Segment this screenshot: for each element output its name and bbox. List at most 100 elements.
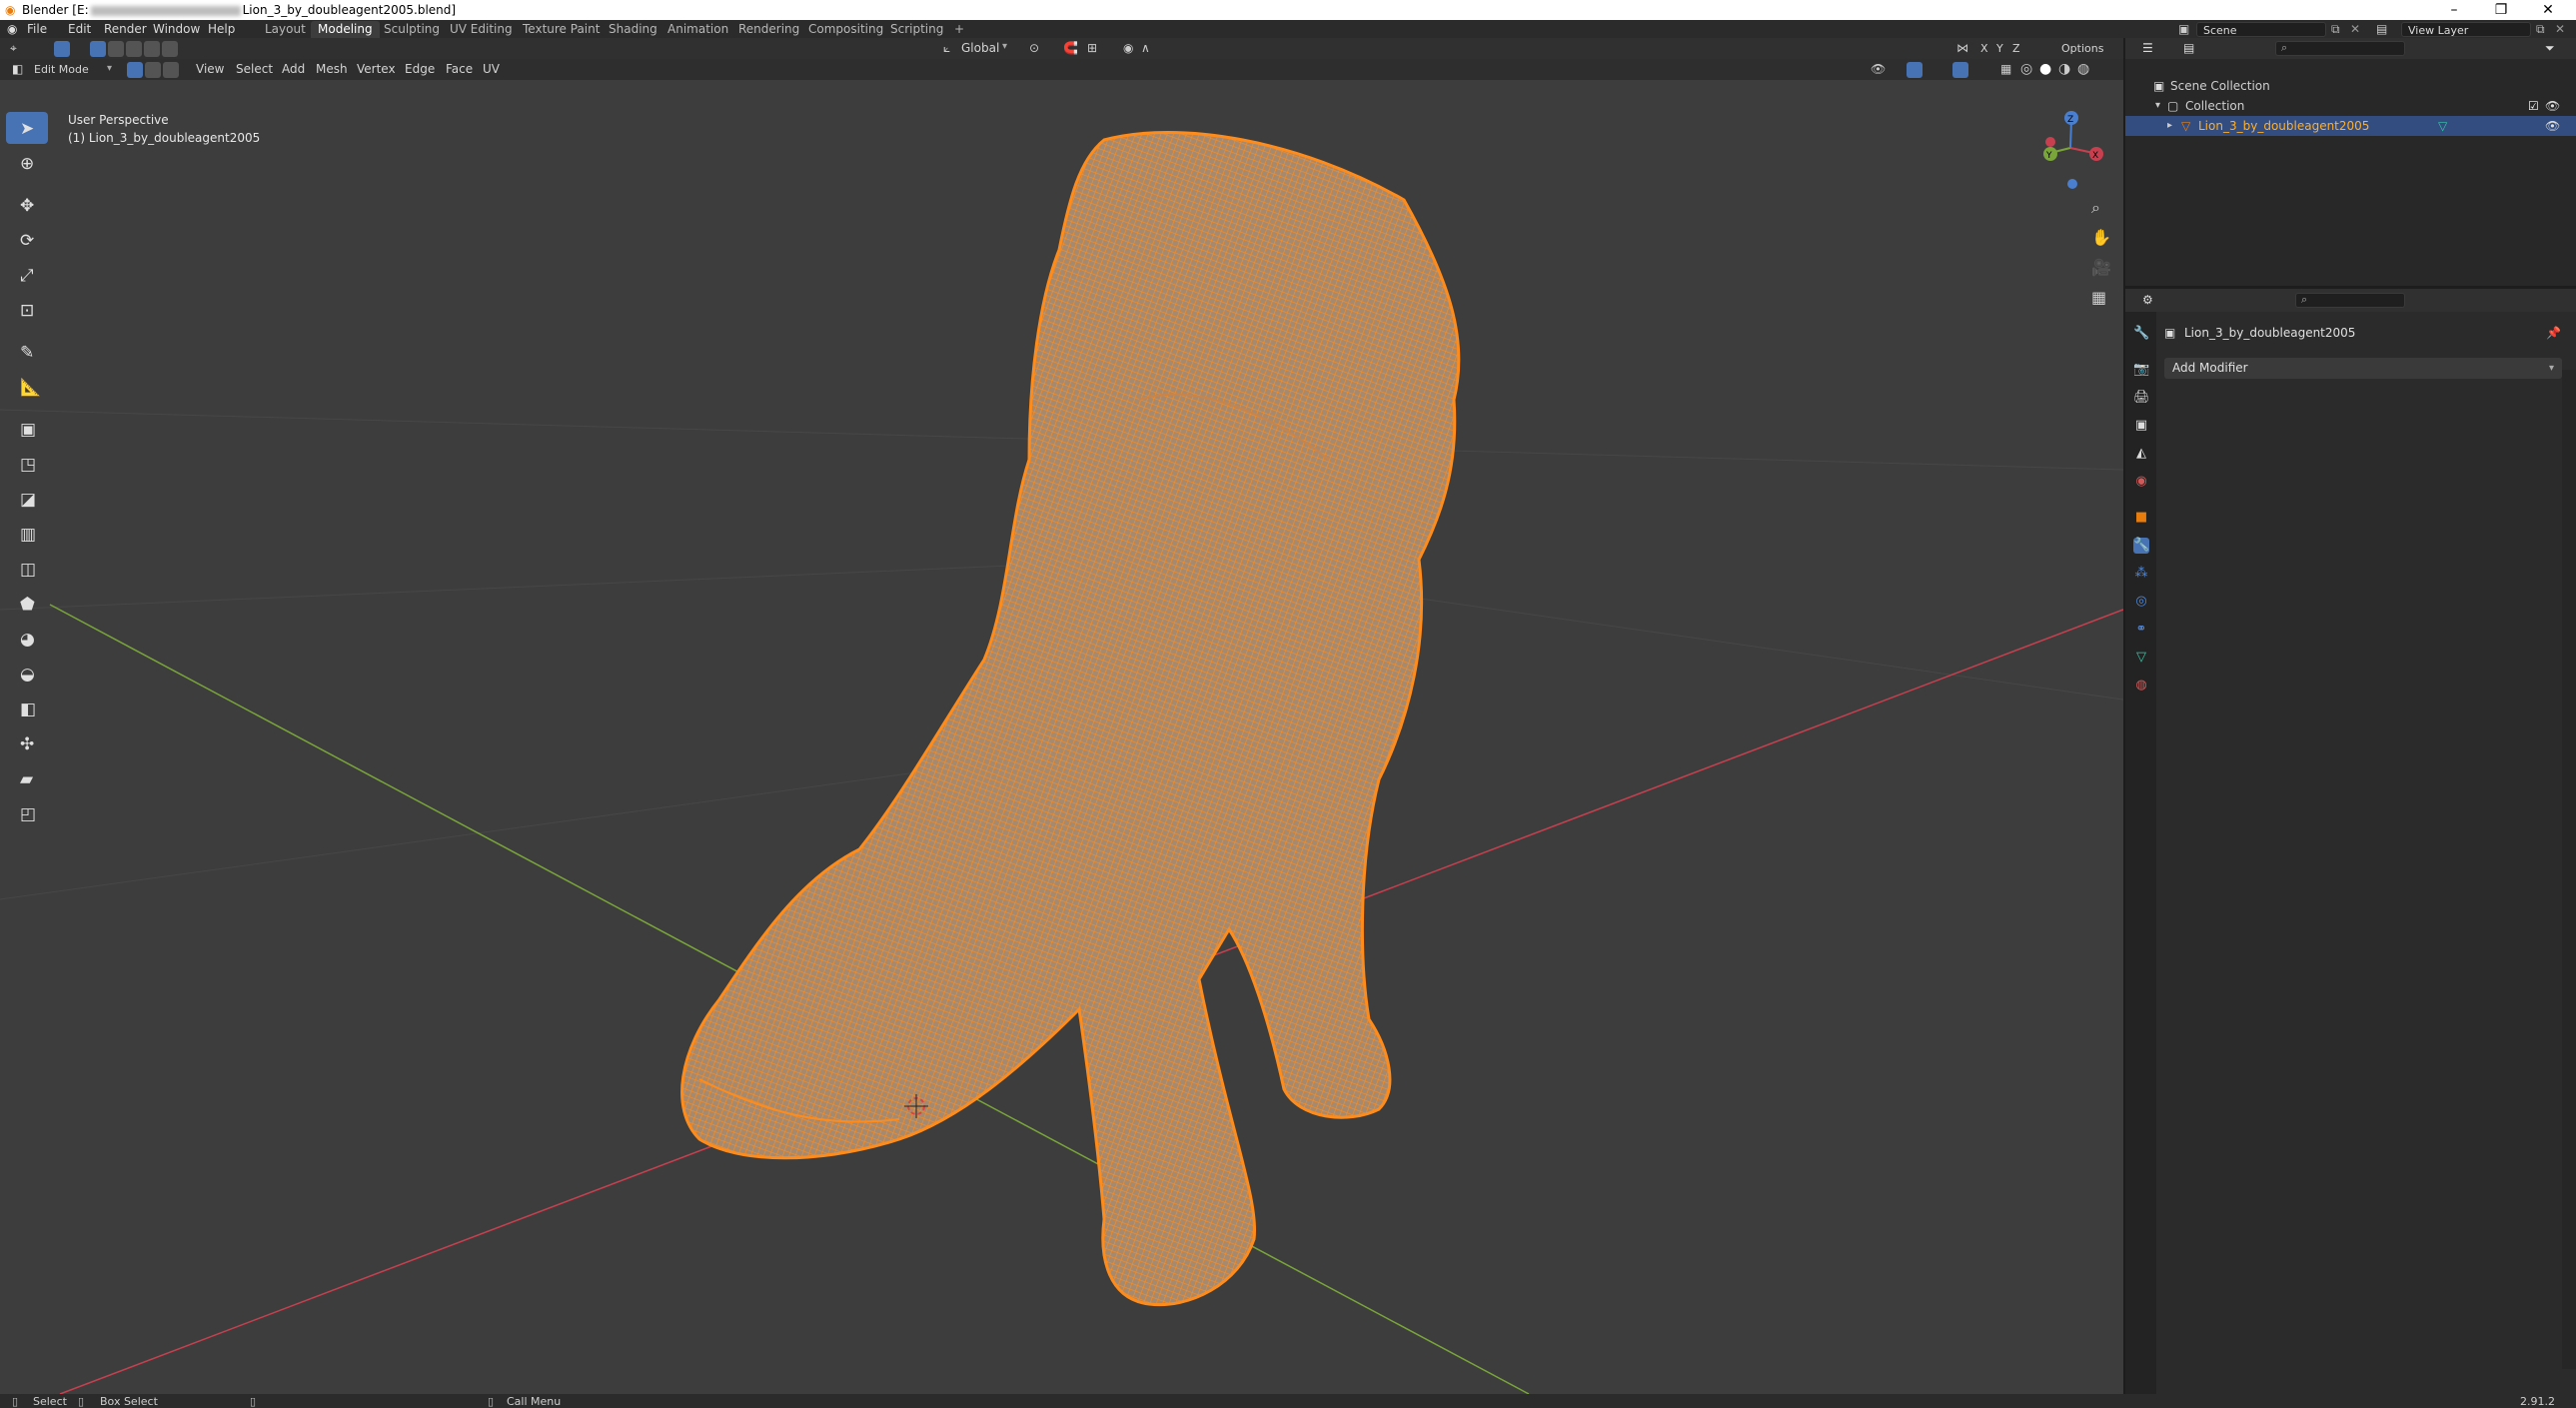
properties-scrollbar[interactable] — [2562, 370, 2576, 1369]
editor-type-icon[interactable]: ⌖ — [10, 41, 17, 56]
render-tab-icon[interactable]: 📷 — [2133, 362, 2149, 378]
transform-tool[interactable]: ⊡ — [6, 294, 48, 326]
particles-tab-icon[interactable]: ⁂ — [2133, 566, 2149, 582]
scene-tab-icon[interactable]: ◭ — [2133, 446, 2149, 462]
outliner-search-input[interactable] — [2275, 41, 2405, 56]
pin-icon[interactable]: 📌 — [2546, 326, 2561, 340]
blender-menu-icon[interactable]: ◉ — [7, 22, 17, 36]
tab-sculpting[interactable]: Sculpting — [377, 21, 447, 38]
measure-tool[interactable]: 📐 — [6, 371, 48, 403]
3d-viewport[interactable]: X Y Z ⌕ ✋ 🎥 ▦ ➤ ⊕ ✥ ⟳ ⤢ ⊡ ✎ 📐 ▣ ◳ ◪ ▥ ◫ … — [0, 80, 2123, 1394]
minimize-button[interactable]: – — [2431, 0, 2477, 20]
tab-texture-paint[interactable]: Texture Paint — [516, 21, 607, 38]
move-tool[interactable]: ✥ — [6, 189, 48, 221]
edge-select-icon[interactable] — [145, 62, 161, 78]
wireframe-shading-icon[interactable]: ◎ — [2020, 61, 2032, 77]
select-box-tool[interactable]: ➤ — [6, 112, 48, 144]
new-view-layer-icon[interactable]: ⧉ — [2536, 22, 2545, 37]
world-tab-icon[interactable]: ◉ — [2133, 474, 2149, 490]
expand-arrow-icon[interactable]: ▸ — [2167, 116, 2172, 136]
tab-rendering[interactable]: Rendering — [731, 21, 806, 38]
mode-new-icon[interactable] — [90, 41, 106, 57]
select-tool-icon[interactable] — [54, 41, 70, 57]
vertex-select-icon[interactable] — [127, 62, 143, 78]
menu-select[interactable]: Select — [236, 61, 273, 78]
material-tab-icon[interactable]: ◍ — [2133, 678, 2149, 694]
view-layer-field[interactable]: View Layer — [2401, 22, 2531, 37]
menu-window[interactable]: Window — [153, 22, 200, 36]
tab-animation[interactable]: Animation — [660, 21, 735, 38]
output-tab-icon[interactable]: 🖨 — [2133, 390, 2150, 406]
mode-extend-icon[interactable] — [108, 41, 124, 57]
menu-file[interactable]: File — [27, 22, 47, 36]
tab-layout[interactable]: Layout — [258, 21, 313, 38]
tab-compositing[interactable]: Compositing — [801, 21, 890, 38]
cursor-tool[interactable]: ⊕ — [6, 147, 48, 179]
properties-search-input[interactable] — [2295, 293, 2405, 308]
annotate-tool[interactable]: ✎ — [6, 336, 48, 368]
outliner-editor-icon[interactable]: ☰ — [2142, 41, 2153, 55]
outliner-row-collection[interactable]: ▾ ▢ Collection ☑ 👁 — [2125, 96, 2576, 116]
mode-invert-icon[interactable] — [144, 41, 160, 57]
mode-subtract-icon[interactable] — [126, 41, 142, 57]
face-select-icon[interactable] — [163, 62, 179, 78]
add-workspace-button[interactable]: + — [947, 21, 971, 38]
tab-shading[interactable]: Shading — [602, 21, 664, 38]
menu-vertex[interactable]: Vertex — [357, 61, 396, 78]
lion-mesh[interactable] — [680, 131, 1461, 1307]
options-dropdown[interactable]: Options — [2061, 40, 2103, 57]
menu-help[interactable]: Help — [208, 22, 235, 36]
properties-editor-icon[interactable]: ⚙ — [2142, 293, 2153, 307]
add-modifier-dropdown[interactable]: Add Modifier ▾ — [2164, 358, 2562, 379]
spin-tool[interactable]: ◕ — [6, 623, 48, 655]
tab-uv-editing[interactable]: UV Editing — [443, 21, 520, 38]
proportional-edit-icon[interactable]: ◉ — [1123, 41, 1133, 55]
mode-dropdown[interactable]: Edit Mode — [34, 61, 89, 78]
shrink-fatten-tool[interactable]: ✣ — [6, 727, 48, 759]
delete-view-layer-icon[interactable]: ✕ — [2555, 22, 2565, 36]
smooth-tool[interactable]: ◒ — [6, 658, 48, 690]
ortho-grid-icon[interactable]: ▦ — [2091, 288, 2106, 307]
extrude-tool[interactable]: ▣ — [6, 413, 48, 445]
visibility-icon[interactable]: 👁 — [1871, 62, 1886, 76]
edge-slide-tool[interactable]: ◧ — [6, 693, 48, 724]
rotate-tool[interactable]: ⟳ — [6, 224, 48, 256]
loop-cut-tool[interactable]: ▥ — [6, 518, 48, 550]
physics-tab-icon[interactable]: ◎ — [2133, 594, 2149, 610]
overlay-toggle-icon[interactable] — [1952, 62, 1968, 78]
scale-tool[interactable]: ⤢ — [6, 259, 48, 291]
restore-button[interactable]: ❐ — [2478, 0, 2524, 20]
view-layer-tab-icon[interactable]: ▣ — [2133, 418, 2149, 434]
menu-face[interactable]: Face — [446, 61, 473, 78]
delete-scene-icon[interactable]: ✕ — [2350, 22, 2360, 36]
knife-tool[interactable]: ◫ — [6, 553, 48, 585]
rendered-shading-icon[interactable]: ◍ — [2077, 61, 2089, 77]
tool-tab-icon[interactable]: 🔧 — [2133, 326, 2149, 342]
shear-tool[interactable]: ▰ — [6, 762, 48, 794]
mirror-z-toggle[interactable]: Z — [2012, 40, 2020, 57]
inset-tool[interactable]: ◳ — [6, 448, 48, 480]
eye-icon[interactable]: 👁 — [2545, 96, 2560, 116]
view-layer-icon[interactable]: ▤ — [2376, 22, 2387, 36]
modifier-tab-icon[interactable]: 🔧 — [2133, 538, 2149, 554]
solid-shading-icon[interactable]: ● — [2039, 61, 2051, 77]
filter-icon[interactable]: ⏷ — [2545, 41, 2555, 56]
outliner-row-object[interactable]: ▸ ▽ Lion_3_by_doubleagent2005 ▽ 👁 — [2125, 116, 2576, 136]
menu-mesh[interactable]: Mesh — [316, 61, 348, 78]
gizmo-toggle-icon[interactable] — [1907, 62, 1923, 78]
menu-edge[interactable]: Edge — [405, 61, 435, 78]
material-shading-icon[interactable]: ◑ — [2058, 61, 2070, 77]
tab-scripting[interactable]: Scripting — [883, 21, 950, 38]
bevel-tool[interactable]: ◪ — [6, 483, 48, 515]
display-mode-icon[interactable]: ▤ — [2183, 41, 2194, 55]
mirror-icon[interactable]: ⋈ — [1956, 41, 1968, 55]
checkbox-icon[interactable]: ☑ — [2528, 96, 2539, 116]
constraints-tab-icon[interactable]: ⚭ — [2133, 622, 2149, 638]
rip-tool[interactable]: ◰ — [6, 797, 48, 829]
pivot-icon[interactable]: ⊙ — [1029, 41, 1039, 55]
snap-target-icon[interactable]: ⊞ — [1087, 41, 1097, 55]
pan-hand-icon[interactable]: ✋ — [2091, 228, 2111, 247]
mirror-x-toggle[interactable]: X — [1980, 40, 1988, 57]
scene-icon[interactable]: ▣ — [2178, 22, 2189, 36]
outliner-row-scene-collection[interactable]: ▣ Scene Collection — [2125, 76, 2576, 96]
